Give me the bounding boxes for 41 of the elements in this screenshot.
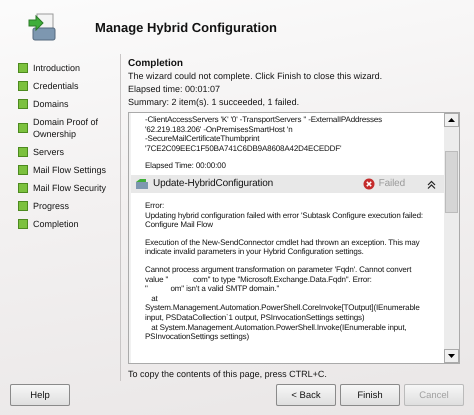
- step-complete-icon: [18, 201, 28, 212]
- wizard-title: Manage Hybrid Configuration: [95, 20, 277, 35]
- task-icon: [135, 178, 149, 190]
- step-label: Mail Flow Security: [33, 182, 108, 194]
- back-button[interactable]: < Back: [276, 384, 336, 406]
- step-complete-icon: [18, 183, 28, 194]
- summary-text: Summary: 2 item(s). 1 succeeded, 1 failed.: [128, 96, 300, 110]
- page-heading: Completion: [128, 58, 184, 70]
- step-complete-icon: [18, 165, 28, 176]
- step-complete-icon: [18, 81, 28, 92]
- step-complete-icon: [18, 123, 28, 134]
- status-message: The wizard could not complete. Click Finish to close this wizard.: [128, 70, 384, 84]
- collapse-icon[interactable]: [427, 180, 436, 189]
- step-complete-icon: [18, 63, 28, 74]
- step-complete-icon: [18, 219, 28, 230]
- error-icon: [362, 178, 375, 190]
- scrollbar[interactable]: [444, 113, 459, 364]
- scrollbar-thumb[interactable]: [445, 151, 458, 214]
- step-complete-icon: [18, 99, 28, 110]
- step-label: Progress: [33, 200, 70, 212]
- scroll-down-icon[interactable]: [444, 349, 459, 364]
- step-label: Completion: [33, 218, 80, 230]
- step-label: Credentials: [33, 80, 80, 92]
- step-label: Servers: [33, 146, 66, 158]
- step-label: Domains: [33, 98, 70, 110]
- copy-hint: To copy the contents of this page, press CTRL+C.: [128, 368, 328, 382]
- elapsed-time: Elapsed time: 00:01:07: [128, 83, 222, 96]
- log-text: Execution of the New-SendConnector cmdlet had thrown an exception. This may indicate invalid parameters in your Hybrid Configuration settings.: [145, 238, 421, 258]
- finish-button[interactable]: Finish: [340, 384, 400, 406]
- help-button[interactable]: Help: [10, 384, 70, 406]
- step-label: Introduction: [33, 62, 82, 74]
- step-complete-icon: [18, 147, 28, 158]
- task-name: Update-HybridConfiguration: [153, 179, 274, 189]
- step-label: Mail Flow Settings: [33, 164, 108, 176]
- task-status: Failed: [378, 179, 405, 189]
- log-text: Cannot process argument transformation on parameter 'Fqdn'. Cannot convert value " com" to type "Microsoft.Exchange.Data.Fqdn". Error: " om" isn't a valid SMTP domain." at System.Management.Automation.PowerShell.CoreInvoke[TOutput](IEnumerable input, PSDataCollection`1 output, PSInvocationSettings settings) at System.Management.Automation.PowerShell.Invoke(IEnumerable input, PSInvocationSettings settings): [145, 265, 421, 342]
- log-text: Error: Updating hybrid configuration failed with error 'Subtask Configure execution failed: Configure Mail Flow: [145, 201, 424, 230]
- log-text: -ClientAccessServers 'K' '0' -TransportServers '' -ExternalIPAddresses '62.219.183.206' -OnPremisesSmartHost 'n -SecureMailCertificateThumbprint '7CE2C09EEC1F50BA741C6DB9A8608A42D4ECEDDF': [145, 115, 383, 154]
- step-label: Domain Proof of Ownership: [33, 116, 100, 140]
- scroll-up-icon[interactable]: [444, 113, 459, 128]
- log-text: Elapsed Time: 00:00:00: [145, 161, 227, 172]
